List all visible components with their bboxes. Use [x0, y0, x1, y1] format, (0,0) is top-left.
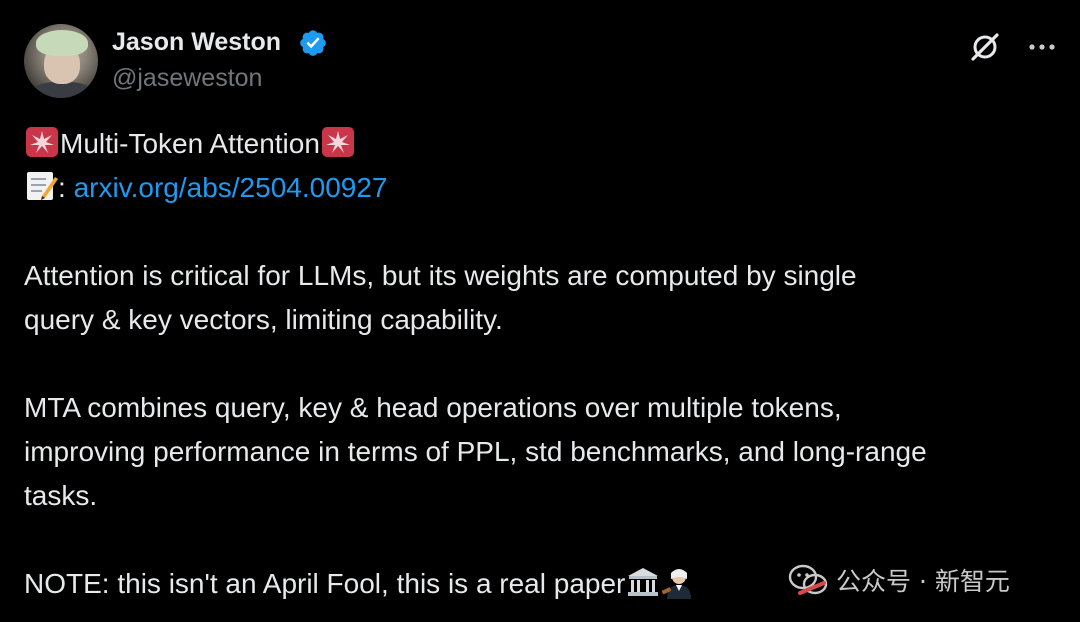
- tweet-card: Jason Weston @jaseweston Multi-Token Att…: [0, 0, 1080, 622]
- tweet-title-line: Multi-Token Attention: [24, 122, 356, 166]
- wechat-logo-icon: [788, 564, 828, 595]
- avatar-hair: [36, 30, 88, 56]
- avatar[interactable]: [24, 24, 98, 98]
- tweet-link-line: : arxiv.org/abs/2504.00927: [24, 166, 387, 210]
- siren-icon: [321, 127, 354, 157]
- classical-building-icon: [628, 568, 659, 596]
- arxiv-link[interactable]: arxiv.org/abs/2504.00927: [74, 172, 388, 203]
- tweet-title: Multi-Token Attention: [60, 128, 320, 159]
- tweet-paragraph-2-line-3: tasks.: [24, 480, 98, 511]
- tweet-note: NOTE: this isn't an April Fool, this is …: [24, 568, 626, 599]
- tweet-paragraph-1-line-2: query & key vectors, limiting capability…: [24, 304, 503, 335]
- memo-icon: [27, 172, 58, 200]
- siren-icon: [26, 127, 58, 157]
- author-handle[interactable]: @jaseweston: [112, 64, 262, 93]
- watermark-text: 公众号 · 新智元: [836, 567, 1010, 596]
- tweet-paragraph-2-line-1: MTA combines query, key & head operation…: [24, 392, 842, 423]
- more-options-icon[interactable]: [1026, 34, 1058, 60]
- watermark: 公众号 · 新智元: [788, 560, 1010, 600]
- link-prefix: :: [58, 172, 66, 203]
- tweet-note-line: NOTE: this isn't an April Fool, this is …: [24, 562, 697, 606]
- verified-badge-icon: [300, 30, 326, 56]
- tweet-paragraph-2-line-2: improving performance in terms of PPL, s…: [24, 436, 927, 467]
- author-name[interactable]: Jason Weston: [112, 28, 281, 57]
- judge-icon: [662, 569, 692, 599]
- grok-icon[interactable]: [968, 30, 1002, 64]
- avatar-shirt: [30, 82, 94, 98]
- tweet-paragraph-1-line-1: Attention is critical for LLMs, but its …: [24, 260, 857, 291]
